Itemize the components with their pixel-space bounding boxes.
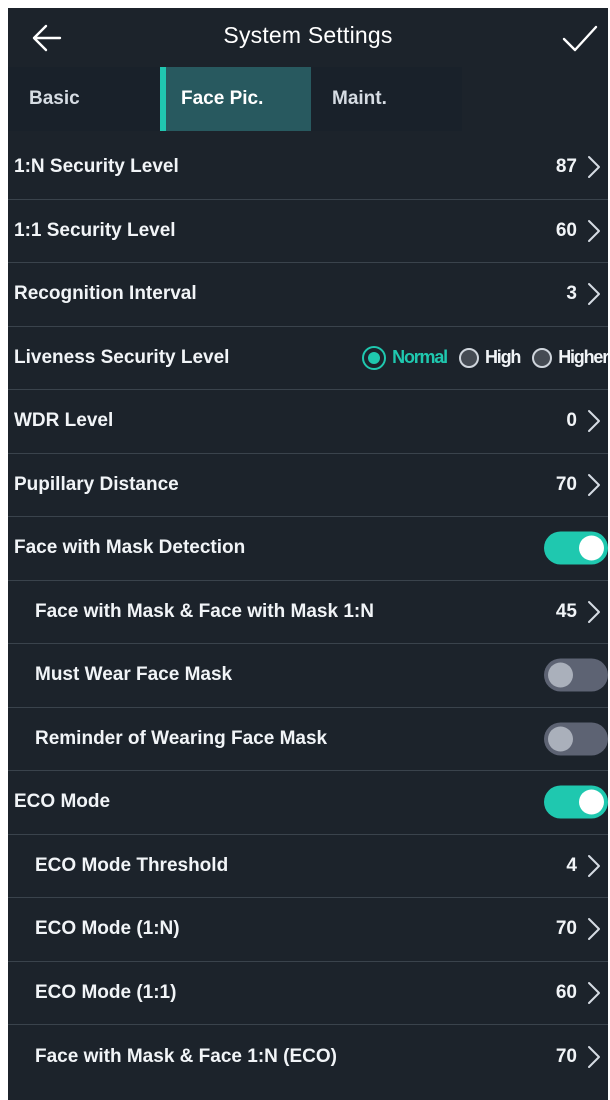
- radio-normal[interactable]: Normal: [362, 345, 448, 370]
- setting-label: Must Wear Face Mask: [35, 664, 233, 686]
- setting-label: 1:1 Security Level: [14, 219, 176, 241]
- chevron-right-icon: [588, 473, 600, 496]
- radio-unselected-icon: [458, 347, 479, 368]
- setting-label: WDR Level: [14, 410, 114, 432]
- radio-high[interactable]: High: [458, 347, 521, 368]
- setting-label: ECO Mode: [14, 791, 111, 813]
- setting-value: 70: [555, 1045, 577, 1067]
- back-button[interactable]: [26, 18, 70, 58]
- setting-row-mask-1n[interactable]: Face with Mask & Face with Mask 1:N 45: [8, 581, 608, 644]
- setting-value: 60: [555, 219, 577, 241]
- chevron-right-icon: [588, 854, 600, 877]
- liveness-radio-group: Normal High Higher: [350, 343, 608, 373]
- must-wear-toggle[interactable]: [544, 658, 608, 692]
- arrow-left-icon: [32, 24, 62, 52]
- setting-row-face-with-mask-detection: Face with Mask Detection: [8, 517, 608, 581]
- setting-value: 45: [555, 600, 577, 622]
- radio-label: High: [484, 347, 521, 368]
- checkmark-icon: [562, 25, 598, 52]
- chevron-right-icon: [588, 1045, 600, 1068]
- chevron-right-icon: [588, 219, 600, 242]
- setting-label: Recognition Interval: [14, 283, 197, 305]
- mask-detection-toggle[interactable]: [544, 531, 608, 565]
- setting-label: Pupillary Distance: [14, 473, 179, 495]
- toggle-knob: [579, 789, 604, 815]
- setting-value: 3: [566, 283, 577, 305]
- setting-row-must-wear-face-mask: Must Wear Face Mask: [8, 644, 608, 708]
- tab-maint[interactable]: Maint.: [311, 67, 462, 131]
- page-title: System Settings: [223, 22, 393, 48]
- chevron-right-icon: [588, 918, 600, 941]
- setting-value: 4: [566, 854, 577, 876]
- reminder-toggle[interactable]: [544, 722, 608, 756]
- chevron-right-icon: [588, 283, 600, 306]
- setting-value: 70: [555, 918, 577, 940]
- settings-list: 1:N Security Level 87 1:1 Security Level…: [8, 136, 608, 1089]
- setting-row-recognition-interval[interactable]: Recognition Interval 3: [8, 263, 608, 327]
- settings-screen: System Settings Basic Face Pic. Maint. 1…: [8, 8, 608, 1100]
- setting-row-mask-1n-eco[interactable]: Face with Mask & Face 1:N (ECO) 70: [8, 1025, 608, 1089]
- confirm-button[interactable]: [558, 18, 602, 58]
- setting-value: 60: [555, 981, 577, 1003]
- chevron-right-icon: [588, 410, 600, 433]
- setting-label: ECO Mode (1:1): [35, 981, 177, 1003]
- chevron-right-icon: [588, 156, 600, 179]
- tab-bar: Basic Face Pic. Maint.: [8, 67, 608, 131]
- radio-label: Higher: [558, 347, 608, 368]
- toggle-knob: [548, 662, 573, 688]
- setting-label: Face with Mask & Face with Mask 1:N: [35, 600, 374, 622]
- setting-label: 1:N Security Level: [14, 156, 179, 178]
- radio-higher[interactable]: Higher: [532, 347, 608, 368]
- setting-row-11-security-level[interactable]: 1:1 Security Level 60: [8, 200, 608, 263]
- setting-label: Face with Mask Detection: [14, 537, 246, 559]
- setting-value: 70: [555, 473, 577, 495]
- toggle-knob: [548, 726, 573, 752]
- setting-row-wdr-level[interactable]: WDR Level 0: [8, 390, 608, 454]
- setting-row-eco-mode-11[interactable]: ECO Mode (1:1) 60: [8, 962, 608, 1025]
- radio-unselected-icon: [532, 347, 553, 368]
- setting-label: Liveness Security Level: [14, 346, 230, 368]
- setting-label: Reminder of Wearing Face Mask: [35, 727, 328, 749]
- chevron-right-icon: [588, 600, 600, 623]
- tab-basic[interactable]: Basic: [8, 67, 160, 131]
- setting-row-eco-mode-threshold[interactable]: ECO Mode Threshold 4: [8, 835, 608, 898]
- tab-face-pic[interactable]: Face Pic.: [160, 67, 311, 131]
- setting-row-eco-mode: ECO Mode: [8, 771, 608, 835]
- setting-row-liveness-security-level: Liveness Security Level Normal High High…: [8, 327, 608, 390]
- setting-label: Face with Mask & Face 1:N (ECO): [35, 1045, 337, 1067]
- toggle-knob: [579, 535, 604, 561]
- setting-row-pupillary-distance[interactable]: Pupillary Distance 70: [8, 454, 608, 517]
- radio-label: Normal: [392, 347, 448, 368]
- setting-value: 0: [566, 410, 577, 432]
- setting-label: ECO Mode (1:N): [35, 918, 180, 940]
- chevron-right-icon: [588, 981, 600, 1004]
- setting-row-eco-mode-1n[interactable]: ECO Mode (1:N) 70: [8, 898, 608, 962]
- setting-label: ECO Mode Threshold: [35, 854, 229, 876]
- header-bar: System Settings: [8, 8, 608, 67]
- radio-selected-icon: [362, 345, 387, 370]
- setting-row-1n-security-level[interactable]: 1:N Security Level 87: [8, 136, 608, 200]
- setting-value: 87: [555, 156, 577, 178]
- eco-mode-toggle[interactable]: [544, 785, 608, 819]
- setting-row-reminder-face-mask: Reminder of Wearing Face Mask: [8, 708, 608, 771]
